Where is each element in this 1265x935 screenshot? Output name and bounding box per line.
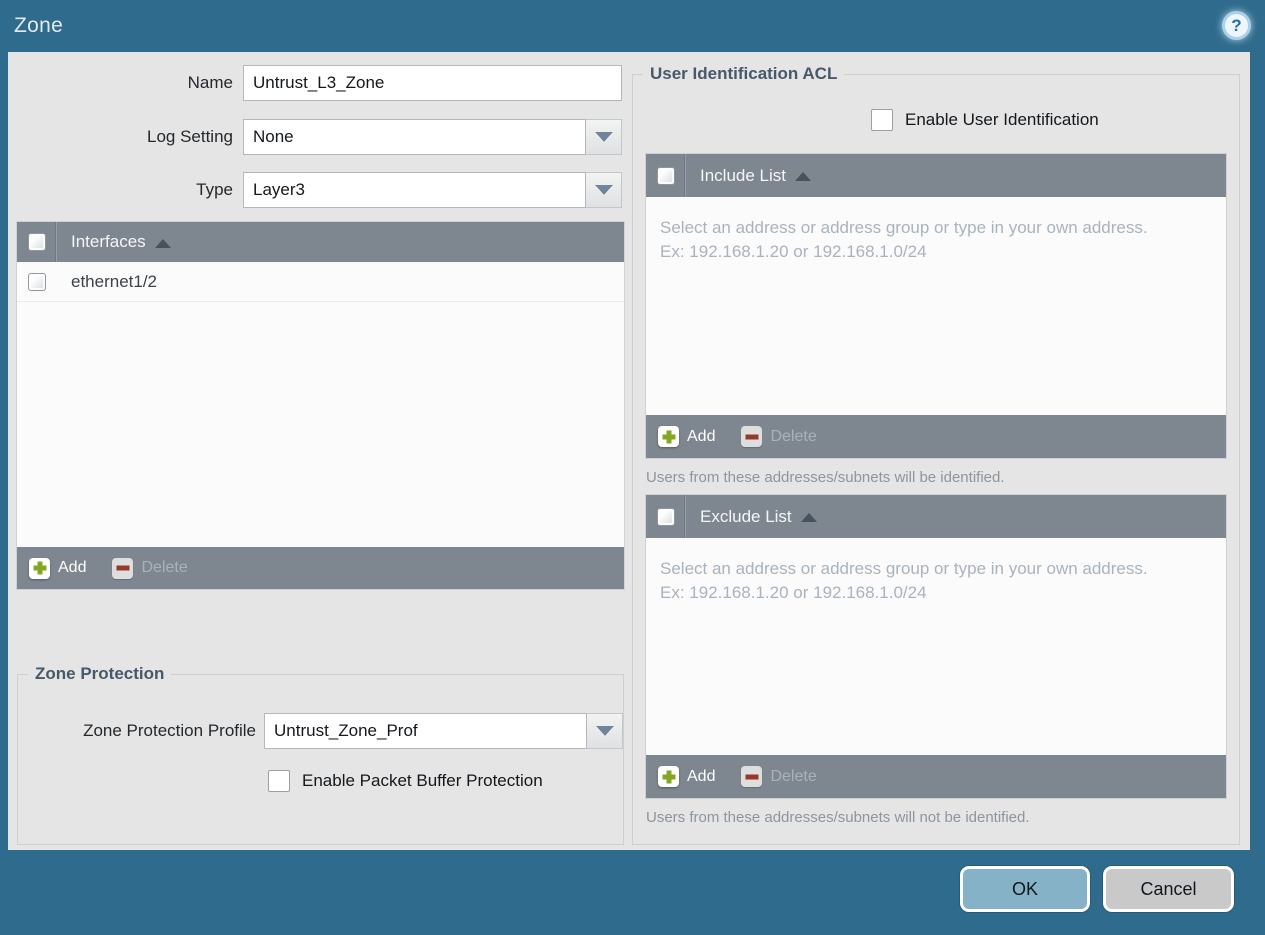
table-row[interactable]: ethernet1/2 [17, 262, 624, 302]
select-all-cell [646, 154, 686, 197]
log-setting-row: Log Setting [8, 119, 622, 155]
packet-buffer-checkbox[interactable] [268, 770, 290, 792]
plus-icon [658, 426, 679, 447]
packet-buffer-row: Enable Packet Buffer Protection [268, 770, 543, 792]
ok-button[interactable]: OK [960, 866, 1090, 912]
include-select-all-checkbox[interactable] [656, 166, 675, 185]
chevron-down-icon [594, 132, 613, 142]
select-all-checkbox[interactable] [27, 233, 46, 251]
delete-label: Delete [770, 767, 817, 785]
packet-buffer-label: Enable Packet Buffer Protection [302, 771, 543, 790]
page-title: Zone [14, 14, 64, 37]
exclude-add-button[interactable]: Add [658, 766, 715, 787]
include-add-button[interactable]: Add [658, 426, 715, 447]
add-label: Add [687, 767, 716, 785]
dialog-title-bar: Zone ? [0, 0, 1265, 52]
user-id-acl-legend: User Identification ACL [643, 64, 845, 84]
interfaces-column-header[interactable]: Interfaces [71, 232, 146, 252]
add-button[interactable]: Add [29, 557, 87, 579]
include-list-table: Include List Select an address or addres… [646, 154, 1226, 458]
add-label: Add [687, 427, 716, 445]
minus-icon [112, 557, 134, 579]
zone-protection-profile-input[interactable] [264, 713, 587, 749]
minus-icon [741, 766, 763, 787]
type-row: Type [8, 172, 622, 208]
exclude-list-table: Exclude List Select an address or addres… [646, 495, 1226, 798]
exclude-delete-button[interactable]: Delete [741, 766, 817, 787]
add-label: Add [58, 559, 87, 576]
type-label: Type [196, 180, 233, 199]
log-setting-input[interactable] [243, 119, 586, 155]
interface-name: ethernet1/2 [71, 271, 158, 291]
name-label: Name [187, 73, 233, 92]
interfaces-table-body: ethernet1/2 [17, 262, 624, 547]
include-list-body[interactable]: Select an address or address group or ty… [646, 197, 1226, 415]
exclude-list-header: Exclude List [646, 495, 1226, 538]
include-list-placeholder: Select an address or address group or ty… [660, 218, 1148, 262]
interfaces-table: Interfaces ethernet1/2 Add Delete [17, 222, 624, 589]
row-checkbox-cell [17, 262, 57, 301]
exclude-list-body[interactable]: Select an address or address group or ty… [646, 538, 1226, 755]
name-input[interactable] [243, 65, 622, 101]
chevron-down-icon [594, 185, 613, 195]
minus-icon [741, 426, 763, 447]
type-input[interactable] [243, 172, 586, 208]
select-all-cell [646, 495, 686, 538]
delete-label: Delete [141, 559, 188, 576]
log-setting-dropdown-button[interactable] [586, 119, 622, 155]
exclude-list-column-header[interactable]: Exclude List [700, 507, 792, 527]
include-delete-button[interactable]: Delete [741, 426, 817, 447]
exclude-list-placeholder: Select an address or address group or ty… [660, 559, 1148, 603]
interfaces-table-header: Interfaces [17, 222, 624, 262]
dialog-body: Name Log Setting Type Interfaces [8, 52, 1250, 850]
plus-icon [658, 766, 679, 787]
zone-protection-legend: Zone Protection [28, 664, 172, 684]
exclude-select-all-checkbox[interactable] [656, 507, 675, 526]
type-dropdown-button[interactable] [586, 172, 622, 208]
chevron-down-icon [595, 726, 614, 736]
exclude-list-footer: Add Delete [646, 755, 1226, 798]
delete-label: Delete [770, 427, 817, 445]
exclude-helper-text: Users from these addresses/subnets will … [646, 809, 1030, 826]
include-list-column-header[interactable]: Include List [700, 166, 786, 186]
zone-protection-profile-dropdown-button[interactable] [587, 713, 623, 749]
delete-button[interactable]: Delete [112, 557, 188, 579]
name-row: Name [8, 65, 622, 101]
include-list-header: Include List [646, 154, 1226, 197]
sort-ascending-icon[interactable] [154, 238, 171, 248]
sort-ascending-icon[interactable] [795, 172, 811, 181]
user-id-acl-section: User Identification ACL Enable User Iden… [632, 64, 1240, 845]
row-checkbox[interactable] [28, 272, 46, 291]
zone-protection-section: Zone Protection Zone Protection Profile … [17, 664, 624, 845]
interfaces-table-footer: Add Delete [17, 547, 624, 589]
enable-user-id-row: Enable User Identification [871, 109, 1099, 131]
cancel-button[interactable]: Cancel [1103, 866, 1234, 912]
select-all-cell [17, 222, 57, 262]
enable-user-id-label: Enable User Identification [905, 110, 1099, 129]
enable-user-id-checkbox[interactable] [871, 109, 893, 131]
plus-icon [29, 557, 50, 579]
sort-ascending-icon[interactable] [800, 513, 817, 522]
help-icon[interactable]: ? [1222, 11, 1251, 40]
zone-protection-profile-label: Zone Protection Profile [83, 721, 256, 740]
dialog-action-bar: OK Cancel [0, 850, 1265, 935]
include-list-footer: Add Delete [646, 415, 1226, 458]
log-setting-label: Log Setting [146, 127, 233, 146]
include-helper-text: Users from these addresses/subnets will … [646, 469, 1005, 486]
